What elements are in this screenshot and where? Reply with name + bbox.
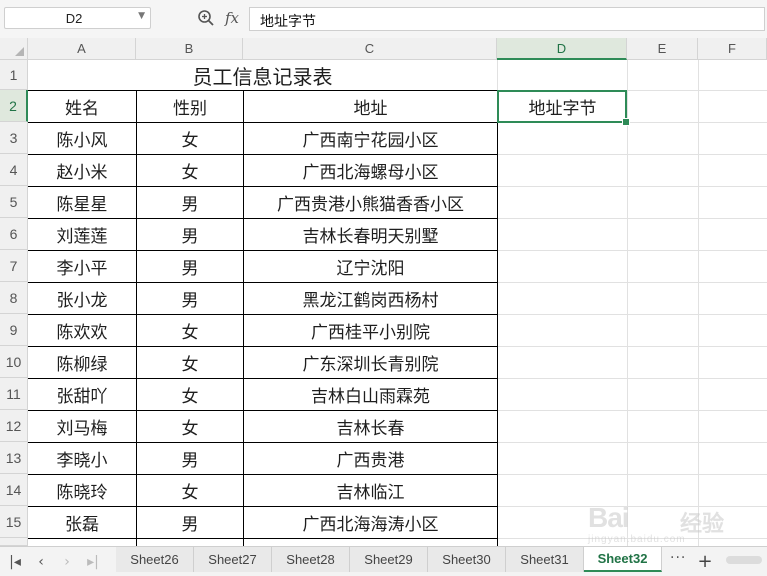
function-icon[interactable]: fx [221, 8, 243, 28]
sheet-tab[interactable]: Sheet31 [506, 547, 584, 572]
cell-name[interactable]: 李小平 [28, 251, 136, 282]
row-header[interactable]: 4 [0, 154, 28, 186]
cell-gender[interactable]: 女 [137, 315, 243, 346]
next-sheet-icon[interactable]: › [58, 552, 76, 572]
row-header[interactable] [0, 538, 28, 546]
cell-name[interactable]: 张甜吖 [28, 379, 136, 410]
cell-address[interactable]: 广西贵港小熊猫香香小区 [244, 187, 497, 218]
row-header-2[interactable]: 2 [0, 90, 28, 122]
sheet-tab[interactable]: Sheet27 [194, 547, 272, 572]
formula-bar: D2 ▼ fx 地址字节 [0, 0, 767, 39]
add-sheet-button[interactable]: + [694, 550, 716, 572]
row-header[interactable]: 11 [0, 378, 28, 410]
cell-gender[interactable]: 男 [137, 187, 243, 218]
last-sheet-icon[interactable]: ▸| [84, 552, 102, 572]
row-header[interactable]: 3 [0, 122, 28, 154]
row-header[interactable]: 9 [0, 314, 28, 346]
sheet-tab[interactable]: Sheet30 [428, 547, 506, 572]
header-cell-gender[interactable]: 性别 [137, 91, 243, 122]
fill-handle[interactable] [622, 118, 630, 126]
horizontal-scrollbar[interactable] [726, 550, 762, 570]
table-border [28, 538, 498, 539]
formula-value: 地址字节 [260, 14, 316, 30]
cell-gender[interactable]: 女 [137, 155, 243, 186]
select-all-corner[interactable] [0, 38, 28, 60]
cell-name[interactable]: 陈欢欢 [28, 315, 136, 346]
sheet-tab-active[interactable]: Sheet32 [584, 547, 662, 572]
cell-gender[interactable]: 女 [137, 475, 243, 506]
cell-gender[interactable]: 女 [137, 123, 243, 154]
column-header-f[interactable]: F [698, 38, 767, 60]
header-cell-address[interactable]: 地址 [244, 91, 497, 122]
cell-name[interactable]: 陈柳绿 [28, 347, 136, 378]
cell-address[interactable]: 广西北海螺母小区 [244, 155, 497, 186]
table-border [497, 90, 498, 546]
cell-gender[interactable]: 女 [137, 411, 243, 442]
cell-gender[interactable]: 男 [137, 283, 243, 314]
cell-gender[interactable]: 男 [137, 443, 243, 474]
baidu-jingyan-watermark: Bai 经验 jingyan.baidu.com [588, 502, 725, 545]
sheet-tab[interactable]: Sheet29 [350, 547, 428, 572]
cell-address[interactable]: 广西桂平小别院 [244, 315, 497, 346]
cell-address[interactable]: 广西贵港 [244, 443, 497, 474]
column-header-c[interactable]: C [243, 38, 497, 60]
cell-gender[interactable]: 男 [137, 219, 243, 250]
prev-sheet-icon[interactable]: ‹ [32, 552, 50, 572]
cell-name[interactable]: 赵小米 [28, 155, 136, 186]
cell-name[interactable]: 刘莲莲 [28, 219, 136, 250]
cell-address[interactable]: 广东深圳长青别院 [244, 347, 497, 378]
cell-address[interactable]: 吉林长春明天别墅 [244, 219, 497, 250]
cell-address[interactable]: 吉林白山雨霖苑 [244, 379, 497, 410]
row-header[interactable]: 13 [0, 442, 28, 474]
cell-name[interactable]: 陈晓玲 [28, 475, 136, 506]
row-header[interactable]: 12 [0, 410, 28, 442]
cell-gender[interactable]: 男 [137, 507, 243, 538]
cell-name[interactable]: 陈星星 [28, 187, 136, 218]
column-header-b[interactable]: B [136, 38, 243, 60]
name-box-value: D2 [65, 11, 83, 26]
chevron-down-icon[interactable]: ▼ [138, 11, 145, 21]
row-header[interactable]: 7 [0, 250, 28, 282]
cell-address[interactable]: 辽宁沈阳 [244, 251, 497, 282]
row-header-1[interactable]: 1 [0, 60, 28, 90]
cell-name[interactable]: 陈小风 [28, 123, 136, 154]
row-header[interactable]: 14 [0, 474, 28, 506]
column-header-e[interactable]: E [627, 38, 698, 60]
sheet-tab[interactable]: Sheet28 [272, 547, 350, 572]
sheet-title[interactable]: 员工信息记录表 [28, 60, 497, 91]
cell-name[interactable]: 张磊 [28, 507, 136, 538]
cell-gender[interactable]: 女 [137, 347, 243, 378]
cell-gender[interactable]: 男 [137, 251, 243, 282]
cell-name[interactable]: 刘马梅 [28, 411, 136, 442]
row-header[interactable]: 6 [0, 218, 28, 250]
cell-address[interactable]: 黑龙江鹤岗西杨村 [244, 283, 497, 314]
cell-address[interactable]: 吉林长春 [244, 411, 497, 442]
cell-gender[interactable]: 女 [137, 379, 243, 410]
sheet-tab[interactable]: Sheet26 [116, 547, 194, 572]
row-header[interactable]: 10 [0, 346, 28, 378]
more-sheets-icon[interactable]: ··· [670, 550, 686, 566]
cell-address[interactable]: 吉林临江 [244, 475, 497, 506]
row-header[interactable]: 5 [0, 186, 28, 218]
first-sheet-icon[interactable]: |◂ [6, 552, 24, 572]
formula-input[interactable]: 地址字节 [249, 7, 765, 31]
cell-address[interactable]: 广西南宁花园小区 [244, 123, 497, 154]
cell-address[interactable]: 广西北海海涛小区 [244, 507, 497, 538]
header-cell-name[interactable]: 姓名 [28, 91, 136, 122]
zoom-search-icon[interactable] [195, 8, 217, 28]
column-header-d[interactable]: D [497, 38, 627, 60]
column-header-a[interactable]: A [28, 38, 136, 60]
cell-name[interactable]: 李晓小 [28, 443, 136, 474]
active-cell-selection [497, 90, 627, 123]
row-header[interactable]: 15 [0, 506, 28, 538]
cell-name[interactable]: 张小龙 [28, 283, 136, 314]
row-header[interactable]: 8 [0, 282, 28, 314]
name-box[interactable]: D2 ▼ [4, 7, 151, 29]
sheet-tab-bar: |◂ ‹ › ▸| Sheet26 Sheet27 Sheet28 Sheet2… [0, 546, 767, 576]
